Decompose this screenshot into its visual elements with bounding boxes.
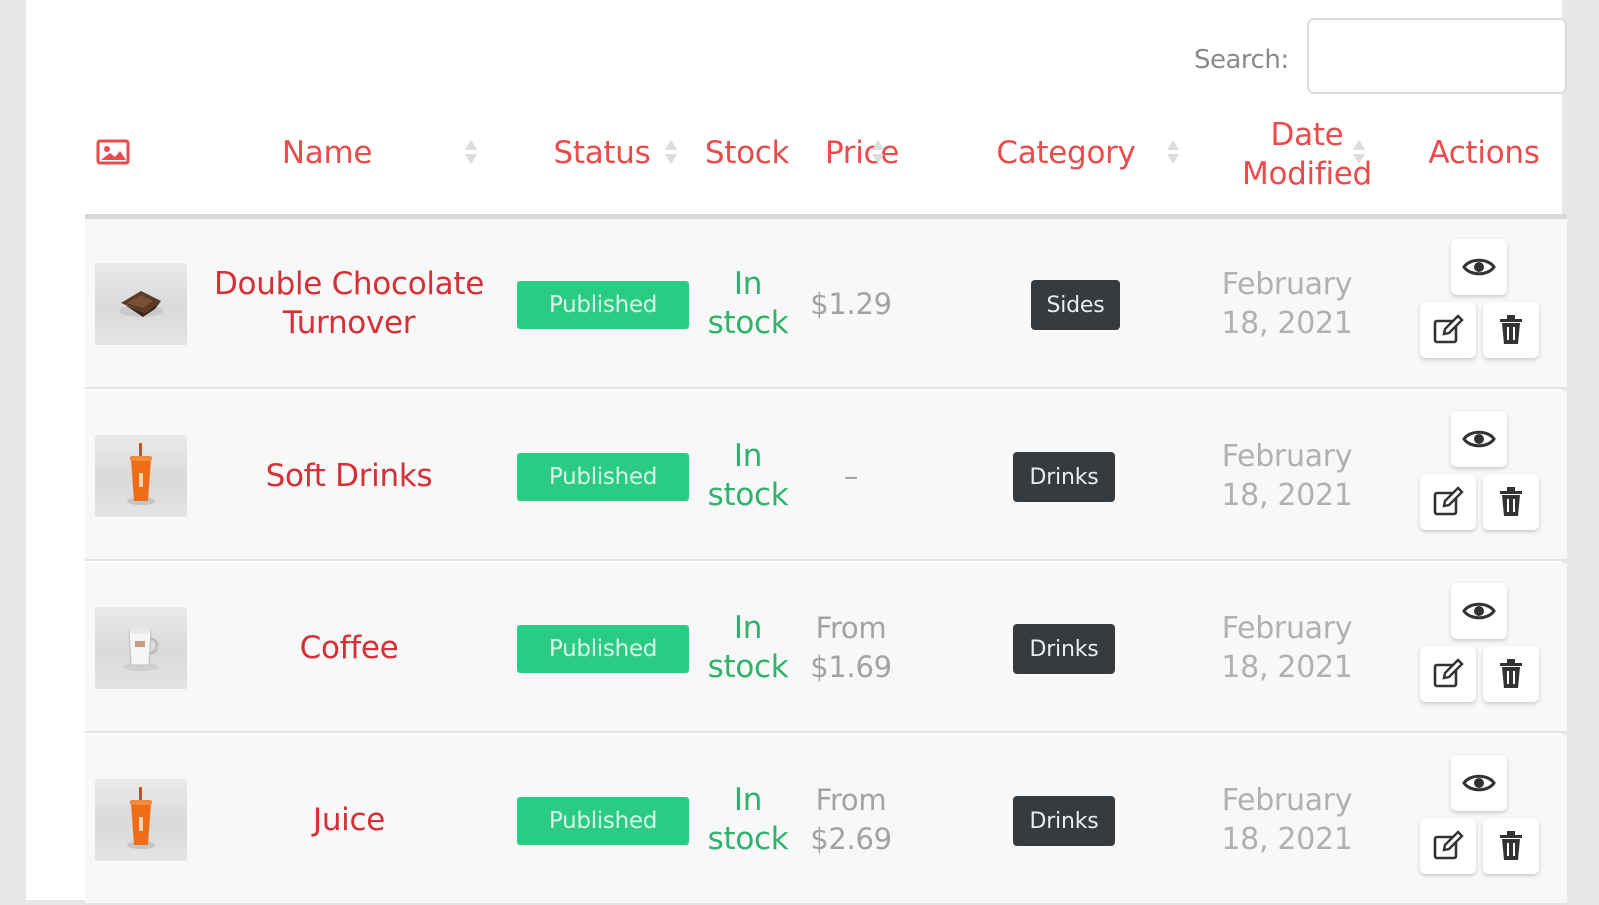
status-badge: Published — [517, 453, 689, 501]
drink-cup-thumbnail — [95, 435, 187, 517]
edit-icon — [1433, 486, 1464, 516]
edit-icon — [1433, 830, 1464, 860]
table-row: Soft Drinks Published In stock – Drinks … — [85, 391, 1567, 561]
trash-icon — [1500, 831, 1522, 860]
trash-icon — [1500, 659, 1522, 688]
search-label: Search: — [1194, 45, 1289, 75]
status-badge: Published — [517, 625, 689, 673]
edit-button[interactable] — [1420, 474, 1476, 530]
product-table-panel: Search: Name Status Stock Price Category — [26, 0, 1567, 905]
stock-status: In stock — [707, 266, 789, 341]
edit-button[interactable] — [1420, 302, 1476, 358]
status-badge: Published — [517, 797, 689, 845]
category-badge[interactable]: Drinks — [1013, 452, 1115, 502]
column-header-name[interactable]: Name — [246, 134, 408, 173]
status-badge: Published — [517, 281, 689, 329]
table-row: Juice Published In stock From $2.69 Drin… — [85, 735, 1567, 905]
view-button[interactable] — [1451, 239, 1507, 295]
sort-icon[interactable] — [1352, 138, 1366, 166]
delete-button[interactable] — [1483, 474, 1539, 530]
date-modified: February 18, 2021 — [1221, 783, 1353, 857]
edit-button[interactable] — [1420, 646, 1476, 702]
sort-icon[interactable] — [664, 138, 678, 166]
delete-button[interactable] — [1483, 818, 1539, 874]
edit-button[interactable] — [1420, 818, 1476, 874]
eye-icon — [1462, 774, 1496, 792]
coffee-mug-thumbnail — [95, 607, 187, 689]
column-header-stock: Stock — [704, 135, 790, 171]
column-header-price[interactable]: Price — [812, 134, 912, 173]
price: – — [843, 458, 859, 493]
product-name-link[interactable]: Coffee — [199, 563, 499, 733]
column-header-category[interactable]: Category — [976, 134, 1156, 173]
trash-icon — [1500, 487, 1522, 516]
view-button[interactable] — [1451, 583, 1507, 639]
price: From $2.69 — [810, 783, 892, 856]
date-modified: February 18, 2021 — [1221, 611, 1353, 685]
product-name-link[interactable]: Double Chocolate Turnover — [199, 219, 499, 389]
product-name-link[interactable]: Juice — [199, 735, 499, 905]
delete-button[interactable] — [1483, 302, 1539, 358]
column-header-status[interactable]: Status — [536, 134, 668, 173]
eye-icon — [1462, 602, 1496, 620]
sort-icon[interactable] — [1166, 138, 1180, 166]
edit-icon — [1433, 658, 1464, 688]
product-name-link[interactable]: Soft Drinks — [199, 391, 499, 561]
category-badge[interactable]: Sides — [1031, 280, 1120, 330]
trash-icon — [1500, 315, 1522, 344]
table-row: Coffee Published In stock From $1.69 Dri… — [85, 563, 1567, 733]
stock-status: In stock — [707, 438, 789, 513]
sort-icon[interactable] — [464, 138, 478, 166]
sort-icon[interactable] — [871, 138, 885, 166]
date-modified: February 18, 2021 — [1221, 439, 1353, 513]
category-badge[interactable]: Drinks — [1013, 796, 1115, 846]
price: From $1.69 — [810, 611, 892, 684]
drink-cup-thumbnail — [95, 779, 187, 861]
image-column-icon — [96, 138, 130, 166]
stock-status: In stock — [707, 782, 789, 857]
delete-button[interactable] — [1483, 646, 1539, 702]
search-input[interactable] — [1307, 18, 1567, 94]
price: $1.29 — [810, 286, 892, 321]
eye-icon — [1462, 258, 1496, 276]
edit-icon — [1433, 314, 1464, 344]
view-button[interactable] — [1451, 755, 1507, 811]
turnover-thumbnail — [95, 263, 187, 345]
column-header-actions: Actions — [1428, 135, 1540, 171]
eye-icon — [1462, 430, 1496, 448]
stock-status: In stock — [707, 610, 789, 685]
view-button[interactable] — [1451, 411, 1507, 467]
category-badge[interactable]: Drinks — [1013, 624, 1115, 674]
date-modified: February 18, 2021 — [1221, 267, 1353, 341]
table-row: Double Chocolate Turnover Published In s… — [85, 219, 1567, 389]
